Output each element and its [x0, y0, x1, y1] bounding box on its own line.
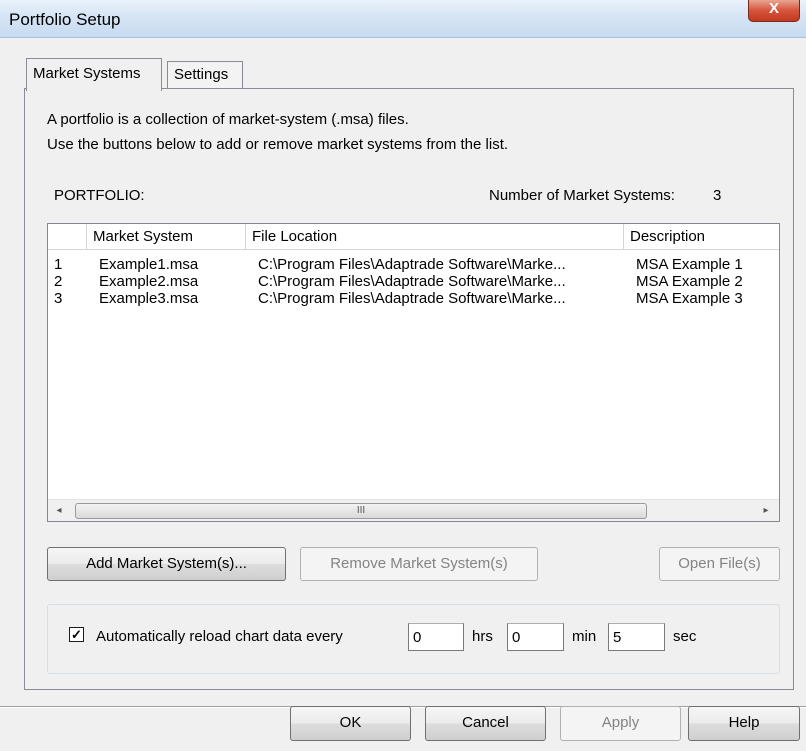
window-title: Portfolio Setup: [9, 10, 121, 29]
hrs-label: hrs: [472, 628, 493, 645]
row-file-location: C:\Program Files\Adaptrade Software\Mark…: [258, 256, 566, 273]
auto-reload-checkbox[interactable]: ✓: [69, 627, 84, 642]
column-header-description[interactable]: Description: [624, 224, 779, 250]
table-row[interactable]: 2 Example2.msa C:\Program Files\Adaptrad…: [48, 273, 779, 290]
scrollbar-thumb[interactable]: III: [75, 503, 647, 519]
close-icon: X: [768, 0, 779, 17]
tab-settings[interactable]: Settings: [167, 61, 243, 88]
column-header-file-location[interactable]: File Location: [246, 224, 624, 250]
ok-button[interactable]: OK: [290, 706, 411, 741]
row-description: MSA Example 1: [636, 256, 743, 273]
cancel-button[interactable]: Cancel: [425, 706, 546, 741]
add-market-system-button[interactable]: Add Market System(s)...: [47, 547, 286, 581]
tab-market-systems-label: Market Systems: [33, 65, 141, 82]
table-row[interactable]: 3 Example3.msa C:\Program Files\Adaptrad…: [48, 290, 779, 307]
open-files-button[interactable]: Open File(s): [659, 547, 780, 581]
row-index: 1: [54, 256, 63, 273]
row-file-location: C:\Program Files\Adaptrade Software\Mark…: [258, 273, 566, 290]
portfolio-heading: PORTFOLIO:: [54, 187, 145, 204]
tab-settings-label: Settings: [174, 66, 229, 83]
tab-market-systems[interactable]: Market Systems: [26, 58, 162, 91]
row-market-system: Example3.msa: [99, 290, 199, 307]
row-description: MSA Example 3: [636, 290, 743, 307]
column-header-index[interactable]: [48, 224, 87, 250]
row-index: 2: [54, 273, 63, 290]
row-description: MSA Example 2: [636, 273, 743, 290]
checkmark-icon: ✓: [71, 627, 82, 642]
remove-market-system-button[interactable]: Remove Market System(s): [300, 547, 538, 581]
row-market-system: Example2.msa: [99, 273, 199, 290]
row-market-system: Example1.msa: [99, 256, 199, 273]
table-row[interactable]: 1 Example1.msa C:\Program Files\Adaptrad…: [48, 256, 779, 273]
help-button[interactable]: Help: [688, 706, 800, 741]
row-file-location: C:\Program Files\Adaptrade Software\Mark…: [258, 290, 566, 307]
scroll-right-icon[interactable]: ▸: [755, 500, 777, 521]
apply-button[interactable]: Apply: [560, 706, 681, 741]
close-button[interactable]: X: [748, 0, 800, 22]
row-index: 3: [54, 290, 63, 307]
reload-minutes-input[interactable]: [507, 623, 564, 651]
horizontal-scrollbar[interactable]: ◂ III ▸: [48, 499, 779, 521]
list-header: Market System File Location Description: [48, 224, 779, 250]
reload-seconds-input[interactable]: [608, 623, 665, 651]
market-system-count-label: Number of Market Systems:: [489, 187, 675, 204]
intro-line-2: Use the buttons below to add or remove m…: [47, 136, 509, 153]
title-bar: Portfolio Setup X: [0, 0, 806, 38]
intro-line-1: A portfolio is a collection of market-sy…: [47, 111, 409, 128]
market-system-count-value: 3: [713, 187, 722, 204]
auto-reload-label[interactable]: Automatically reload chart data every: [96, 628, 343, 645]
min-label: min: [572, 628, 597, 645]
reload-hours-input[interactable]: [408, 623, 464, 651]
scroll-left-icon[interactable]: ◂: [48, 500, 70, 521]
scrollbar-grip-icon: III: [356, 505, 366, 516]
column-header-market-system[interactable]: Market System: [87, 224, 246, 250]
sec-label: sec: [673, 628, 697, 645]
market-systems-list[interactable]: Market System File Location Description …: [47, 223, 780, 522]
